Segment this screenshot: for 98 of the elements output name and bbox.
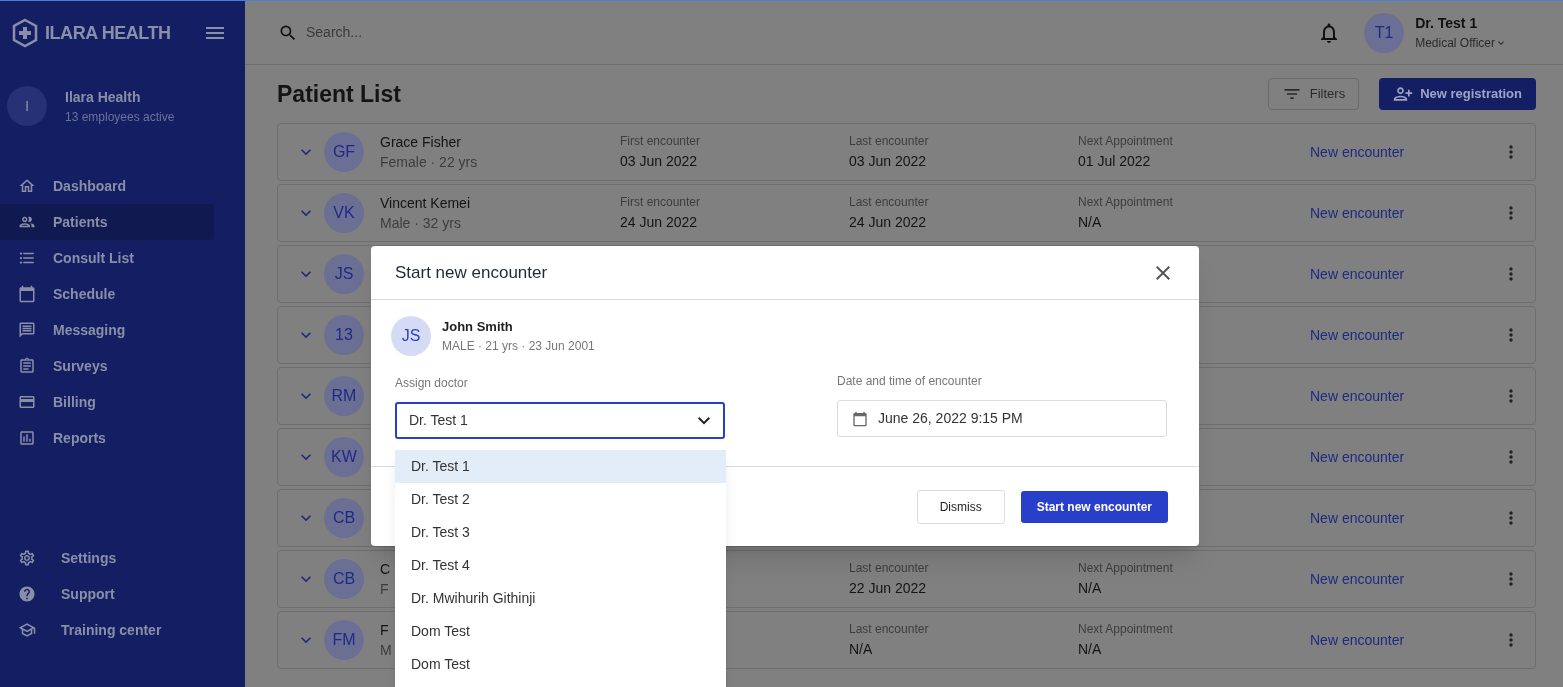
user-role[interactable]: Medical Officer (1415, 34, 1507, 52)
column-label: Last encounter (849, 560, 930, 576)
date-value: N/A (849, 640, 874, 659)
message-icon (18, 321, 36, 339)
patient-details: F (380, 580, 389, 599)
nav-item[interactable]: Surveys (0, 348, 214, 384)
credit-card-icon (18, 393, 36, 411)
date-value: N/A (1078, 213, 1103, 232)
nav-item[interactable]: Training center (0, 612, 245, 648)
home-icon (18, 177, 36, 195)
nav-item[interactable]: Consult List (0, 240, 214, 276)
brand-name: ILARA HEALTH (45, 21, 171, 45)
doctor-option[interactable]: Dr. Mwihurih Githinji (395, 582, 726, 615)
dismiss-button[interactable]: Dismiss (916, 489, 1005, 524)
doctor-option[interactable]: Dom Test (395, 615, 726, 648)
date-value: 24 Jun 2022 (620, 213, 699, 232)
organization-avatar: I (7, 86, 47, 126)
page-title: Patient List (277, 79, 401, 109)
organization-name: Ilara Health (65, 87, 142, 107)
new-encounter-link[interactable]: New encounter (1310, 263, 1405, 285)
clipboard-icon (18, 357, 36, 375)
calendar-icon (852, 410, 868, 427)
column-label: First encounter (620, 194, 702, 210)
patient-name: F (380, 621, 389, 640)
patient-details: Female · 22 yrs (380, 153, 478, 172)
field-label: Date and time of encounter (837, 373, 983, 390)
help-icon (18, 585, 36, 603)
column-label: Next Appointment (1078, 621, 1174, 637)
new-encounter-link[interactable]: New encounter (1310, 202, 1405, 224)
column-label: Next Appointment (1078, 560, 1174, 576)
date-time-field[interactable]: June 26, 2022 9:15 PM (837, 400, 1167, 437)
patient-details: MALE · 21 yrs · 23 Jun 2001 (442, 337, 595, 355)
graduation-cap-icon (18, 621, 36, 639)
caret-icon (697, 415, 711, 426)
date-value: 03 Jun 2022 (620, 152, 699, 171)
doctor-option[interactable]: Dr. Test 3 (395, 516, 726, 549)
column-label: Last encounter (849, 621, 930, 637)
date-value: 22 Jun 2022 (849, 579, 928, 598)
patient-avatar: CB (324, 498, 364, 538)
patient-name: Grace Fisher (380, 133, 461, 152)
new-encounter-link[interactable]: New encounter (1310, 446, 1405, 468)
date-value: N/A (1078, 640, 1103, 659)
patient-name: Vincent Kemei (380, 194, 470, 213)
search-field[interactable]: Search... (306, 22, 606, 43)
nav-item[interactable]: Schedule (0, 276, 214, 312)
new-encounter-link[interactable]: New encounter (1310, 324, 1405, 346)
new-encounter-link[interactable]: New encounter (1310, 507, 1405, 529)
settings-icon (18, 549, 36, 567)
column-label: Next Appointment (1078, 133, 1174, 149)
date-value: 03 Jun 2022 (849, 152, 928, 171)
user-name: Dr. Test 1 (1415, 14, 1479, 33)
nav-item[interactable]: Messaging (0, 312, 214, 348)
start-encounter-button[interactable]: Start new encounter (1020, 490, 1168, 523)
patient-avatar: VK (324, 193, 364, 233)
patient-avatar: GF (324, 132, 364, 172)
patient-avatar: 13 (324, 315, 364, 355)
add-person-icon (1393, 84, 1414, 104)
doctor-option[interactable]: Dr. Test 1 (395, 450, 726, 483)
new-encounter-link[interactable]: New encounter (1310, 141, 1405, 163)
patient-details: Male · 32 yrs (380, 214, 461, 233)
calendar-icon (18, 285, 36, 303)
patient-name: C (380, 560, 391, 579)
nav-item[interactable]: Reports (0, 420, 214, 456)
new-encounter-link[interactable]: New encounter (1310, 568, 1405, 590)
doctor-option[interactable]: Dr. Test 2 (395, 483, 726, 516)
column-label: Last encounter (849, 194, 930, 210)
filters-button[interactable]: Filters (1267, 78, 1360, 110)
new-registration-button[interactable]: New registration (1379, 78, 1536, 110)
new-encounter-link[interactable]: New encounter (1310, 385, 1405, 407)
patient-avatar: KW (324, 437, 364, 477)
organization-subtitle: 13 employees active (65, 108, 175, 126)
doctor-option[interactable]: Dr. Test 4 (395, 549, 726, 582)
patient-avatar: JS (391, 316, 431, 356)
column-label: First encounter (620, 133, 702, 149)
patient-avatar: RM (324, 376, 364, 416)
new-encounter-link[interactable]: New encounter (1310, 629, 1405, 651)
field-label: Assign doctor (395, 375, 469, 392)
nav-item[interactable]: Dashboard (0, 168, 214, 204)
column-label: Next Appointment (1078, 194, 1174, 210)
nav-item[interactable]: Support (0, 576, 245, 612)
nav-item[interactable]: Settings (0, 540, 245, 576)
doctor-select[interactable]: Dr. Test 1 (395, 402, 725, 439)
patient-name: John Smith (442, 318, 514, 337)
patient-avatar: CB (324, 559, 364, 599)
date-value: 01 Jul 2022 (1078, 152, 1152, 171)
date-value: 24 Jun 2022 (849, 213, 928, 232)
cross-logo-icon (11, 18, 39, 48)
dialog-title: Start new encounter (395, 261, 548, 284)
column-label: Last encounter (849, 133, 930, 149)
nav-item[interactable]: Billing (0, 384, 214, 420)
nav-item[interactable]: Patients (0, 204, 214, 240)
patient-avatar: FM (324, 620, 364, 660)
doctor-option[interactable]: Dom Test (395, 648, 726, 681)
patient-details: M (380, 641, 392, 660)
bar-chart-icon (18, 429, 36, 447)
date-value: N/A (1078, 579, 1103, 598)
patient-avatar: JS (324, 254, 364, 294)
user-avatar[interactable]: T1 (1364, 12, 1405, 53)
